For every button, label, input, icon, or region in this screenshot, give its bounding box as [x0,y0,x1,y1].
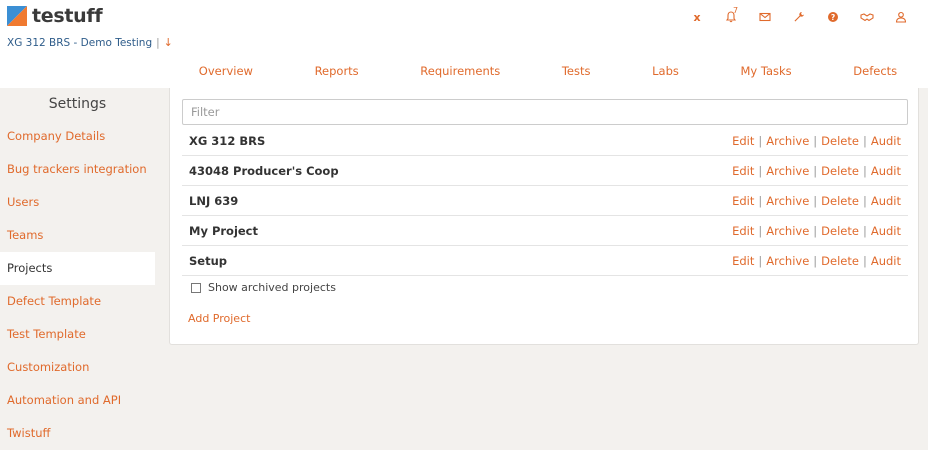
sidebar-item-twistuff[interactable]: Twistuff [0,417,155,450]
sidebar-item-company-details[interactable]: Company Details [0,120,155,153]
audit-link[interactable]: Audit [871,194,901,208]
project-name: 43048 Producer's Coop [189,163,339,178]
project-row: LNJ 639 Edit | Archive | Delete | Audit [182,186,908,216]
sidebar-item-users[interactable]: Users [0,186,155,219]
audit-link[interactable]: Audit [871,134,901,148]
edit-link[interactable]: Edit [732,254,754,268]
help-icon[interactable]: ? [816,9,850,25]
project-switch-arrow-icon[interactable]: ↓ [164,36,173,49]
archive-link[interactable]: Archive [766,254,809,268]
delete-link[interactable]: Delete [821,254,859,268]
nav-requirements[interactable]: Requirements [420,64,500,80]
nav-my-tasks[interactable]: My Tasks [740,64,791,80]
sidebar-item-bug-trackers[interactable]: Bug trackers integration [0,153,155,186]
projects-panel: XG 312 BRS Edit|Archive|Delete|Audit 430… [169,88,919,345]
sidebar-item-projects[interactable]: Projects [0,252,155,285]
show-archived-label: Show archived projects [208,281,336,294]
project-separator: | [156,36,160,49]
project-name: Setup [189,253,227,268]
project-name: LNJ 639 [189,193,239,208]
project-row: My Project Edit | Archive | Delete | Audit [182,216,908,246]
edit-link[interactable]: Edit [732,164,754,178]
app-header: testuff XG 312 BRS - Demo Testing | ↓ x … [0,0,928,88]
delete-link[interactable]: Delete [821,224,859,238]
wrench-icon[interactable] [782,9,816,25]
mail-icon[interactable] [748,9,782,25]
delete-link[interactable]: Delete [821,164,859,178]
project-row: XG 312 BRS Edit | Archive | Delete | Audit [182,126,908,156]
project-list: XG 312 BRS Edit | Archive | Delete | Audit 430… [182,126,908,276]
handshake-icon[interactable] [850,9,884,25]
bell-icon[interactable]: 7 [714,6,748,25]
project-selector[interactable]: XG 312 BRS - Demo Testing | ↓ [7,36,173,49]
sidebar-item-automation-api[interactable]: Automation and API [0,384,155,417]
archive-link[interactable]: Archive [766,224,809,238]
edit-link[interactable]: Edit [732,134,754,148]
sidebar-item-defect-template[interactable]: Defect Template [0,285,155,318]
nav-defects[interactable]: Defects [853,64,897,80]
show-archived-toggle[interactable]: Show archived projects [191,281,336,294]
archive-link[interactable]: Archive [766,194,809,208]
nav-overview[interactable]: Overview [199,64,253,80]
settings-sidebar: Settings Company Details Bug trackers in… [0,88,155,450]
audit-link[interactable]: Audit [871,224,901,238]
sidebar-item-test-template[interactable]: Test Template [0,318,155,351]
nav-reports[interactable]: Reports [315,64,359,80]
archive-link[interactable]: Archive [766,164,809,178]
edit-link[interactable]: Edit [732,194,754,208]
project-name: My Project [189,223,258,238]
logo[interactable]: testuff [7,5,103,27]
show-archived-checkbox[interactable] [191,282,201,293]
top-toolbar: x 7 ? [680,6,918,25]
svg-text:?: ? [831,13,835,22]
project-actions: Edit | Archive | Delete | Audit [732,163,901,178]
logo-text: testuff [32,5,103,27]
project-actions: Edit | Archive | Delete | Audit [732,193,901,208]
project-name: XG 312 BRS [189,133,266,148]
sidebar-title: Settings [48,96,107,112]
edit-link[interactable]: Edit [732,224,754,238]
project-actions: Edit | Archive | Delete | Audit [732,133,901,148]
audit-link[interactable]: Audit [871,254,901,268]
project-row: 43048 Producer's Coop Edit | Archive | Delet… [182,156,908,186]
delete-link[interactable]: Delete [821,134,859,148]
audit-link[interactable]: Audit [871,164,901,178]
project-actions: Edit | Archive | Delete | Audit [732,253,901,268]
nav-tests[interactable]: Tests [562,64,591,80]
delete-link[interactable]: Delete [821,194,859,208]
excel-icon[interactable]: x [680,9,714,25]
main-nav: Overview Reports Requirements Tests Labs… [168,64,928,80]
sidebar-item-customization[interactable]: Customization [0,351,155,384]
notification-count: 7 [733,6,739,15]
project-row: Setup Edit | Archive | Delete | Audit [182,246,908,276]
sidebar-item-teams[interactable]: Teams [0,219,155,252]
filter-input[interactable] [182,99,908,125]
archive-link[interactable]: Archive [766,134,809,148]
user-icon[interactable] [884,9,918,25]
nav-labs[interactable]: Labs [652,64,679,80]
current-project[interactable]: XG 312 BRS - Demo Testing [7,37,152,49]
add-project-link[interactable]: Add Project [188,312,250,325]
project-actions: Edit | Archive | Delete | Audit [732,223,901,238]
testuff-logo-icon [7,6,27,26]
